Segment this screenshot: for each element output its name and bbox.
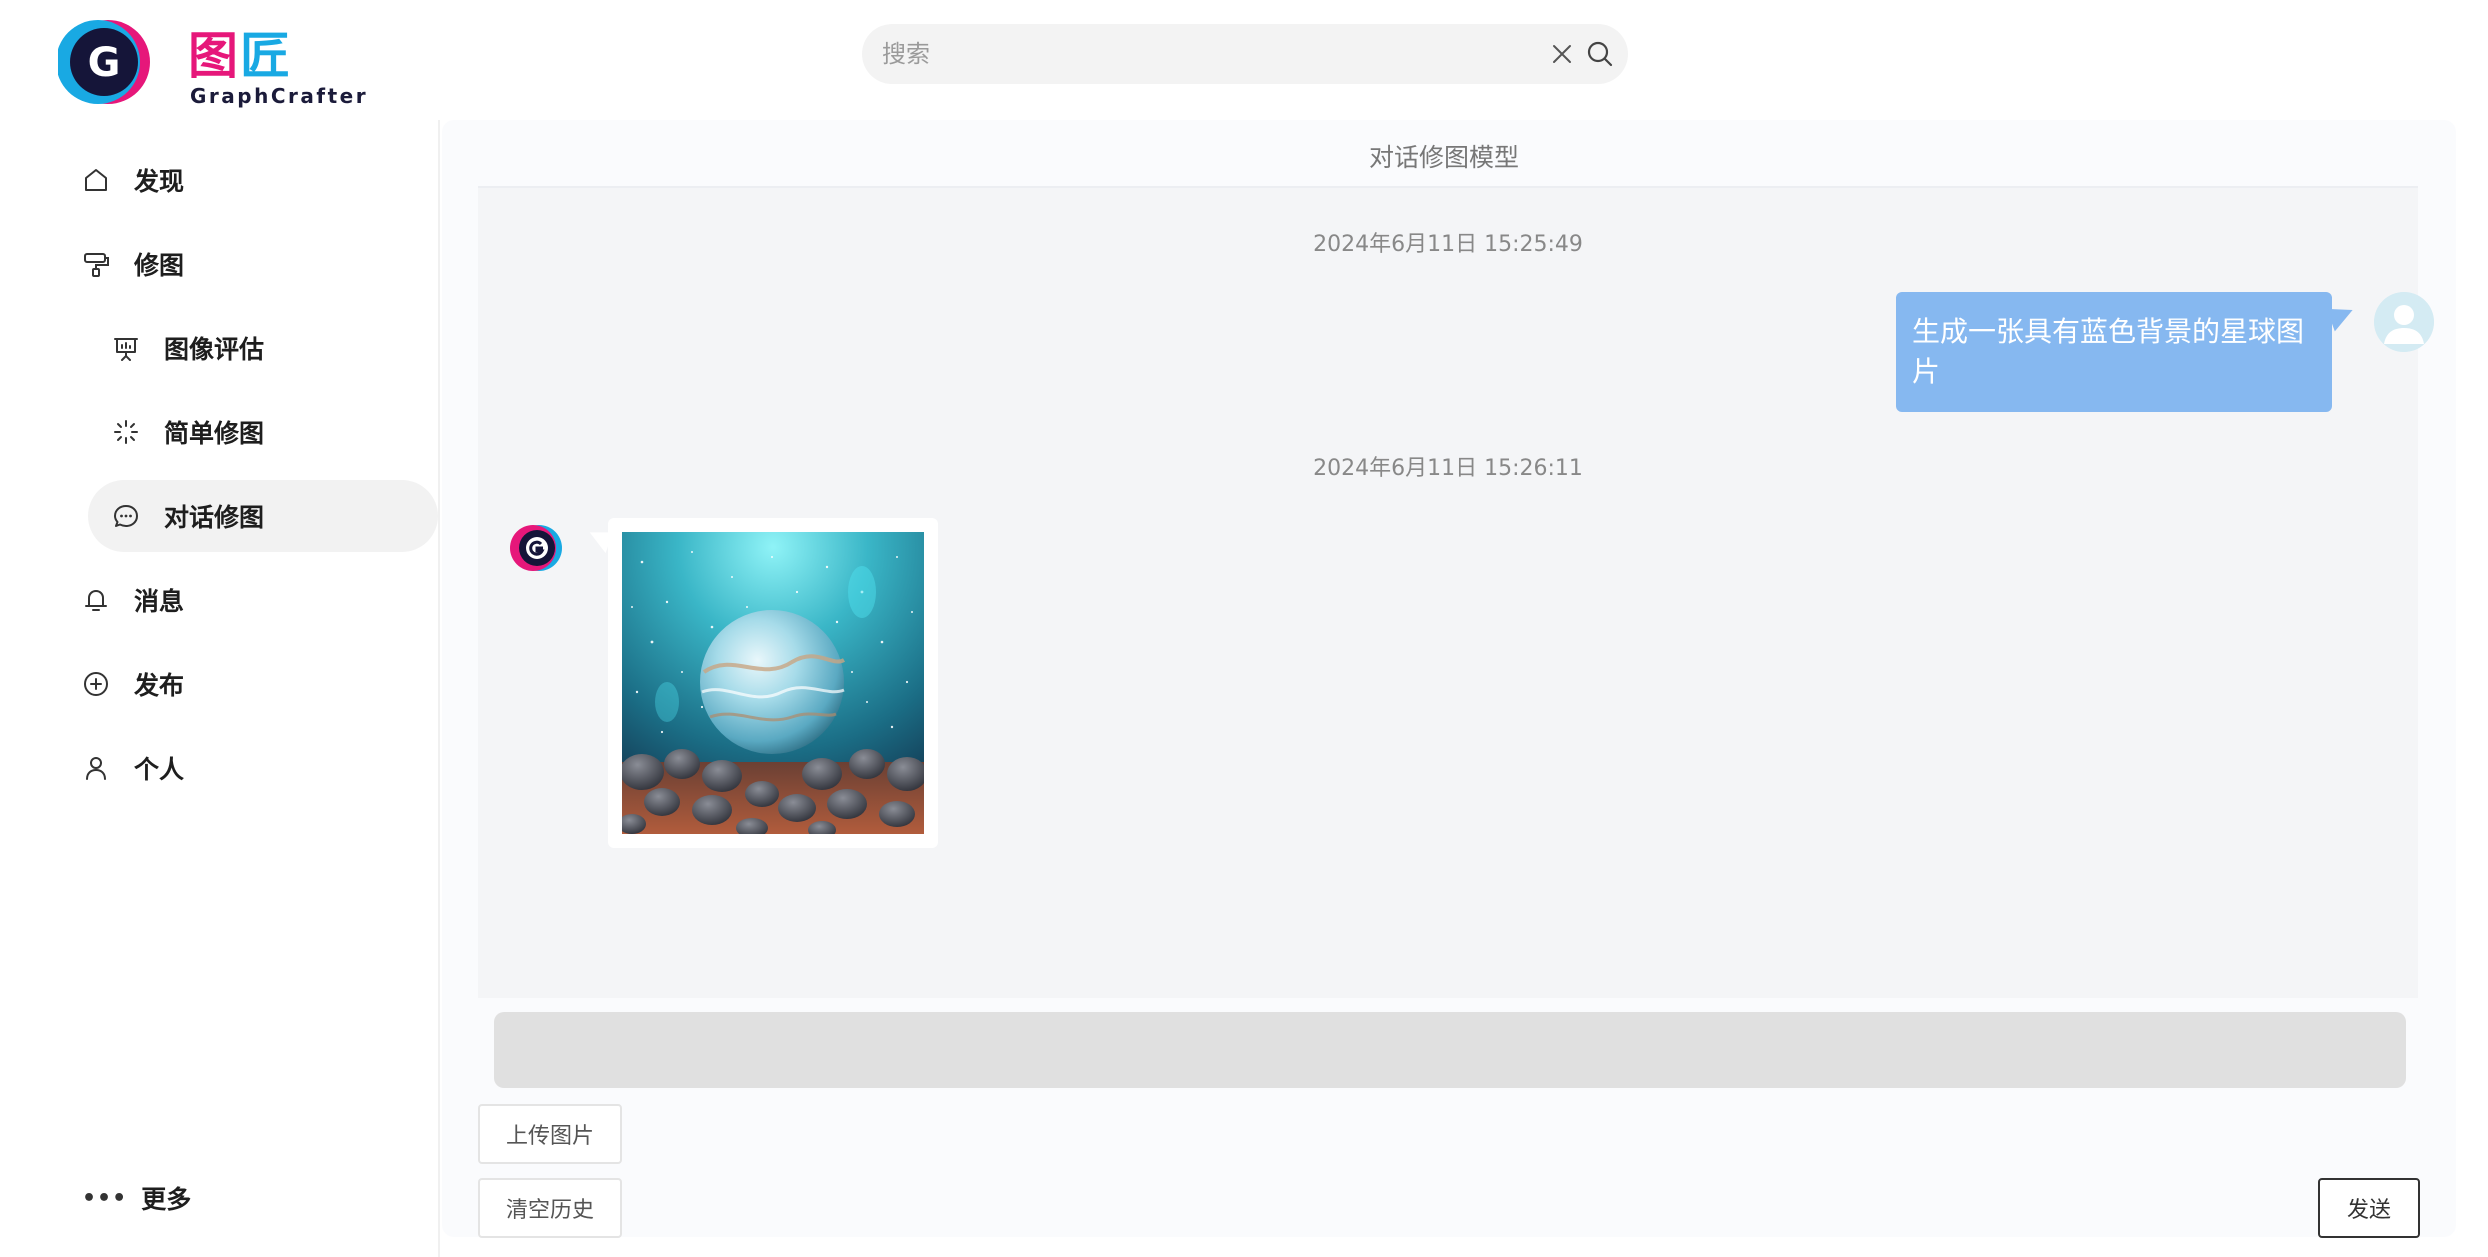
bell-icon	[80, 584, 112, 616]
presentation-board-icon	[110, 332, 142, 364]
plus-circle-icon	[80, 668, 112, 700]
sidebar-item-image-evaluation[interactable]: 图像评估	[110, 312, 410, 384]
sidebar-item-messages[interactable]: 消息	[80, 564, 380, 636]
chat-panel: 对话修图模型 2024年6月11日 15:25:49 生成一张具有蓝色背景的星球…	[442, 120, 2456, 1238]
paint-roller-icon	[80, 248, 112, 280]
message-timestamp: 2024年6月11日 15:25:49	[1313, 232, 1583, 257]
more-menu[interactable]: ••• 更多	[82, 1180, 191, 1216]
logo-chinese-text: 图匠	[188, 26, 292, 86]
logo-english-text: GraphCrafter	[190, 84, 369, 108]
chat-message-input[interactable]	[494, 1012, 2406, 1088]
sidebar-item-label: 发布	[134, 671, 185, 700]
user-icon	[80, 752, 112, 784]
sidebar-item-label: 图像评估	[164, 335, 265, 364]
clear-icon[interactable]	[1546, 38, 1578, 70]
avatar-person-icon	[2374, 292, 2434, 352]
app-root: G 图匠 GraphCrafter 发现 修图	[0, 0, 2488, 1257]
bot-avatar[interactable]	[510, 524, 564, 572]
sidebar-item-discover[interactable]: 发现	[80, 144, 380, 216]
sidebar-item-simple-edit[interactable]: 简单修图	[110, 396, 410, 468]
bot-logo-icon	[510, 525, 562, 571]
page-title: 对话修图模型	[1368, 143, 1519, 172]
search-bar	[862, 24, 1628, 84]
more-dots-icon: •••	[82, 1185, 128, 1211]
sidebar-item-label: 对话修图	[164, 503, 265, 532]
logo-char-2: 匠	[240, 27, 292, 85]
sparkle-loader-icon	[110, 416, 142, 448]
search-icon[interactable]	[1584, 38, 1616, 70]
chat-bubble-icon	[110, 500, 142, 532]
message-timestamp: 2024年6月11日 15:26:11	[1313, 456, 1583, 481]
logo-mark-icon: G	[58, 20, 150, 104]
user-message-bubble: 生成一张具有蓝色背景的星球图片	[1896, 292, 2332, 412]
sidebar-item-label: 简单修图	[164, 419, 265, 448]
upload-image-button[interactable]: 上传图片	[478, 1104, 622, 1164]
sidebar-item-label: 发现	[134, 167, 185, 196]
sidebar-item-label: 消息	[134, 587, 185, 616]
home-icon	[80, 164, 112, 196]
clear-history-button[interactable]: 清空历史	[478, 1178, 622, 1238]
bot-message-bubble	[608, 518, 938, 848]
sidebar-item-publish[interactable]: 发布	[80, 648, 380, 720]
sidebar-item-edit[interactable]: 修图	[80, 228, 380, 300]
chat-history[interactable]: 2024年6月11日 15:25:49 生成一张具有蓝色背景的星球图片 2024…	[478, 186, 2434, 998]
sidebar-item-label: 个人	[134, 755, 185, 784]
app-logo[interactable]: G 图匠 GraphCrafter	[58, 18, 378, 110]
send-button[interactable]: 发送	[2318, 1178, 2420, 1238]
sidebar: 发现 修图 图像评估 简单修图 对话修图 消息 发布 个人 ••• 更多	[0, 120, 440, 1257]
logo-char-1: 图	[188, 27, 240, 85]
user-avatar[interactable]	[2374, 292, 2434, 352]
planet-image[interactable]	[622, 532, 924, 834]
logo-mark-letter: G	[88, 40, 121, 86]
sidebar-item-chat-edit[interactable]: 对话修图	[88, 480, 438, 552]
sidebar-item-label: 修图	[134, 251, 185, 280]
more-label: 更多	[141, 1185, 192, 1214]
sidebar-item-profile[interactable]: 个人	[80, 732, 380, 804]
search-input[interactable]	[882, 34, 1522, 74]
